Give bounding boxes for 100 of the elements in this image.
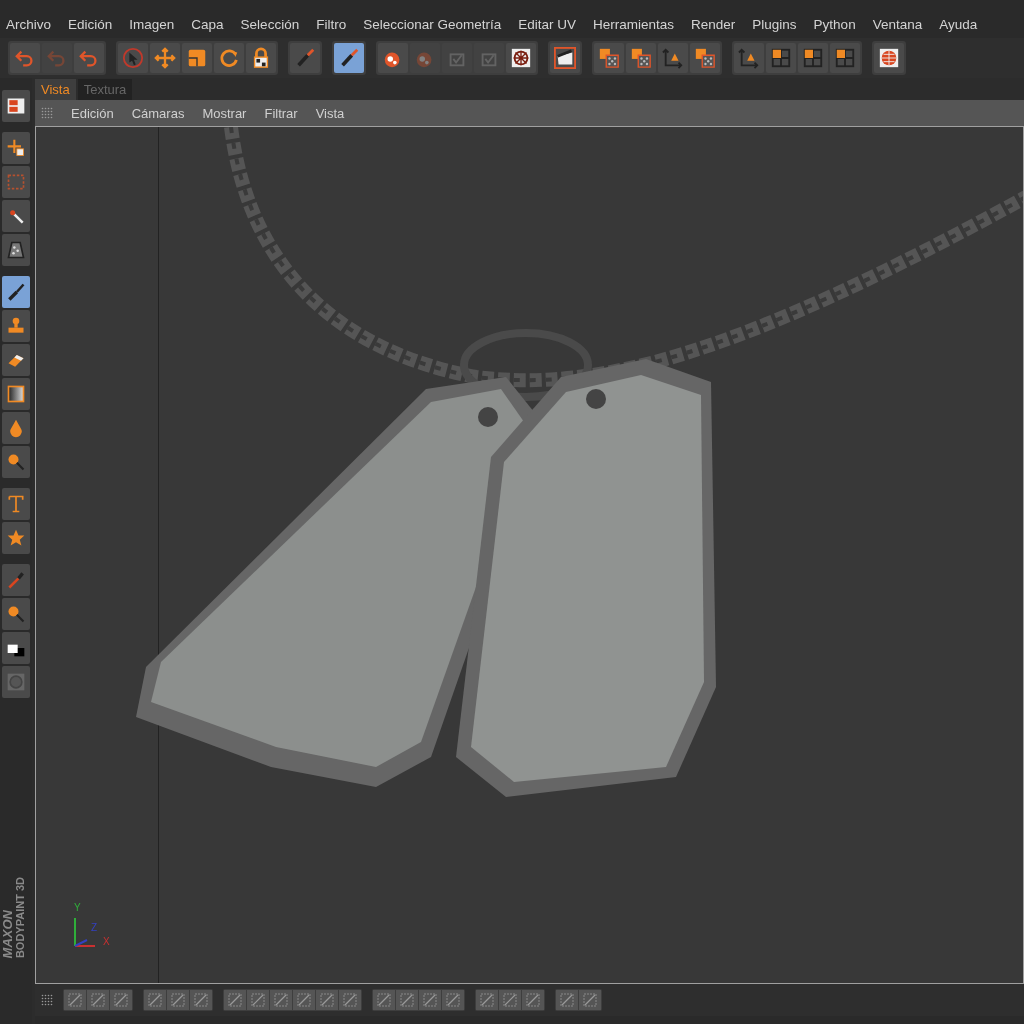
brush-icon xyxy=(6,282,26,302)
uv-tool-button[interactable] xyxy=(499,990,521,1010)
brush-button[interactable] xyxy=(334,43,364,73)
menu-item[interactable]: Selección xyxy=(240,17,309,32)
layers-button[interactable] xyxy=(690,43,720,73)
axis-gizmo-icon xyxy=(74,917,96,947)
brush-button[interactable] xyxy=(290,43,320,73)
menu-item[interactable]: Edición xyxy=(71,105,114,121)
uv-tool-button[interactable] xyxy=(167,990,189,1010)
magnifier-tool[interactable] xyxy=(2,446,30,478)
layout-tool[interactable] xyxy=(2,90,30,122)
menu-item[interactable]: Archivo xyxy=(6,17,60,32)
layers-button[interactable] xyxy=(594,43,624,73)
uv-tool-button[interactable] xyxy=(442,990,464,1010)
eyedropper-tool[interactable] xyxy=(2,564,30,596)
gradient-icon xyxy=(6,384,26,404)
layers-icon xyxy=(630,47,652,69)
menu-item[interactable]: Plugins xyxy=(752,17,806,32)
grid-button[interactable] xyxy=(798,43,828,73)
grid-button[interactable] xyxy=(830,43,860,73)
uv-tool-button[interactable] xyxy=(396,990,418,1010)
dotted-square-icon xyxy=(525,992,541,1008)
gradient-tool[interactable] xyxy=(2,378,30,410)
wheel-button[interactable] xyxy=(506,43,536,73)
layout-icon xyxy=(6,96,26,116)
dotted-square-icon xyxy=(399,992,415,1008)
uv-tool-button[interactable] xyxy=(270,990,292,1010)
menu-item[interactable]: Render xyxy=(691,17,745,32)
scale-button[interactable] xyxy=(182,43,212,73)
menu-item[interactable]: Editar UV xyxy=(518,17,585,32)
clapperboard-button[interactable] xyxy=(550,43,580,73)
rotate-button[interactable] xyxy=(214,43,244,73)
dotted-square-icon xyxy=(273,992,289,1008)
ball-button[interactable] xyxy=(378,43,408,73)
uv-tool-button[interactable] xyxy=(190,990,212,1010)
grid-icon xyxy=(834,47,856,69)
magnifier-tool[interactable] xyxy=(2,598,30,630)
wheel-icon xyxy=(510,47,532,69)
text-tool-tool[interactable] xyxy=(2,488,30,520)
dotted-square-icon xyxy=(250,992,266,1008)
menu-item[interactable]: Edición xyxy=(68,17,122,32)
menu-item[interactable]: Python xyxy=(813,17,865,32)
uv-tool-button[interactable] xyxy=(144,990,166,1010)
move-button[interactable] xyxy=(150,43,180,73)
move-tool[interactable] xyxy=(2,132,30,164)
select-arrow-button[interactable] xyxy=(118,43,148,73)
uv-tool-button[interactable] xyxy=(87,990,109,1010)
padlock-button[interactable] xyxy=(246,43,276,73)
axis-button[interactable] xyxy=(734,43,764,73)
undo-button[interactable] xyxy=(10,43,40,73)
uv-tool-button[interactable] xyxy=(579,990,601,1010)
color-swatch-tool[interactable] xyxy=(2,632,30,664)
dotted-square-icon xyxy=(479,992,495,1008)
uv-tool-button[interactable] xyxy=(522,990,544,1010)
menu-item[interactable]: Vista xyxy=(315,105,345,121)
menu-item[interactable]: Herramientas xyxy=(593,17,684,32)
dotted-square-icon xyxy=(90,992,106,1008)
uv-tool-button[interactable] xyxy=(419,990,441,1010)
grid-button[interactable] xyxy=(766,43,796,73)
eraser-tool[interactable] xyxy=(2,344,30,376)
menu-item[interactable]: Mostrar xyxy=(202,105,247,121)
menu-item[interactable]: Ventana xyxy=(872,17,932,32)
uv-tool-button[interactable] xyxy=(373,990,395,1010)
dotted-square-icon xyxy=(342,992,358,1008)
uv-tool-button[interactable] xyxy=(110,990,132,1010)
star-tool[interactable] xyxy=(2,522,30,554)
undo-button[interactable] xyxy=(74,43,104,73)
uv-tool-button[interactable] xyxy=(224,990,246,1010)
uv-tool-button[interactable] xyxy=(556,990,578,1010)
uv-tool-button[interactable] xyxy=(247,990,269,1010)
stamp-tool[interactable] xyxy=(2,310,30,342)
uv-tool-button[interactable] xyxy=(64,990,86,1010)
uv-tool-button[interactable] xyxy=(476,990,498,1010)
uv-tool-button[interactable] xyxy=(293,990,315,1010)
menu-item[interactable]: Ayuda xyxy=(939,17,987,32)
menu-item[interactable]: Filtro xyxy=(316,17,356,32)
drop-tool[interactable] xyxy=(2,412,30,444)
axis-button[interactable] xyxy=(658,43,688,73)
dotted-square-icon xyxy=(193,992,209,1008)
dotted-square-icon xyxy=(445,992,461,1008)
menu-item[interactable]: Filtrar xyxy=(264,105,298,121)
tab[interactable]: Vista xyxy=(35,79,76,100)
logo-text: BODYPAINT 3D xyxy=(15,876,26,958)
menu-item[interactable]: Capa xyxy=(191,17,233,32)
eyedropper-icon xyxy=(6,570,26,590)
wand-tool[interactable] xyxy=(2,200,30,232)
menu-item[interactable]: Seleccionar Geometría xyxy=(363,17,511,32)
layers-button[interactable] xyxy=(626,43,656,73)
dotted-square-icon xyxy=(319,992,335,1008)
menu-item[interactable]: Imagen xyxy=(129,17,184,32)
stamp-icon xyxy=(6,316,26,336)
brush-tool[interactable] xyxy=(2,276,30,308)
uv-tool-button[interactable] xyxy=(316,990,338,1010)
dotted-trapezoid-tool[interactable] xyxy=(2,234,30,266)
globe-button[interactable] xyxy=(874,43,904,73)
grip-icon xyxy=(41,107,53,119)
axis-label: X xyxy=(103,936,110,947)
menu-item[interactable]: Cámaras xyxy=(131,105,185,121)
grid-icon xyxy=(802,47,824,69)
uv-tool-button[interactable] xyxy=(339,990,361,1010)
